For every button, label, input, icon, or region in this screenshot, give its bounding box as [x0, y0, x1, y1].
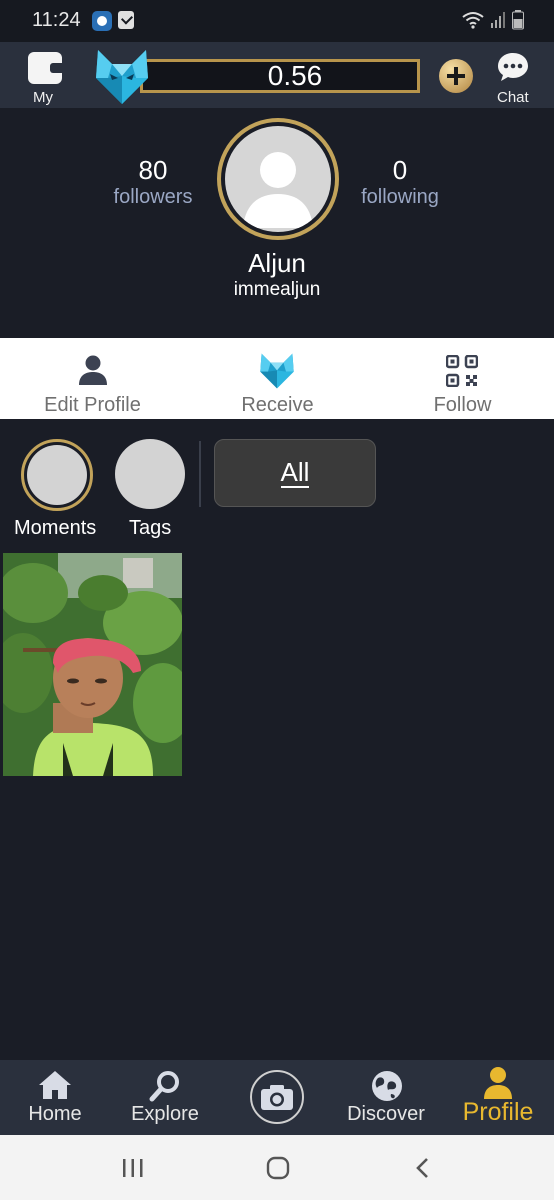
- status-time: 11:24: [32, 9, 81, 31]
- tags-label[interactable]: Tags: [129, 517, 171, 540]
- fox-logo-icon[interactable]: [94, 48, 150, 106]
- home-icon: [39, 1071, 71, 1099]
- camera-icon: [261, 1085, 293, 1110]
- check-notification-icon: [118, 11, 134, 29]
- back-icon[interactable]: [414, 1157, 430, 1179]
- tags-highlight[interactable]: [115, 439, 185, 509]
- nav-home-label: Home: [28, 1103, 82, 1125]
- wallet-label[interactable]: My: [33, 89, 53, 106]
- following-label[interactable]: following: [350, 186, 450, 209]
- search-icon: [149, 1071, 179, 1102]
- follow-label: Follow: [433, 394, 492, 416]
- wallet-icon[interactable]: [28, 52, 62, 84]
- balance-display: 0.56: [140, 59, 420, 93]
- person-icon: [484, 1067, 512, 1099]
- follow-button[interactable]: Follow: [390, 338, 535, 419]
- nav-profile-label: Profile: [462, 1098, 534, 1126]
- receive-button[interactable]: Receive: [205, 338, 350, 419]
- person-icon: [79, 355, 107, 385]
- edit-profile-label: Edit Profile: [44, 394, 141, 416]
- followers-label[interactable]: followers: [103, 186, 203, 209]
- username: immealjun: [233, 279, 321, 300]
- home-button-icon[interactable]: [266, 1156, 290, 1180]
- recent-apps-icon[interactable]: [122, 1158, 144, 1178]
- avatar-placeholder: [225, 126, 331, 232]
- moments-highlight[interactable]: [21, 439, 93, 511]
- app-notification-icon: [92, 11, 112, 31]
- nav-home[interactable]: Home: [15, 1060, 95, 1135]
- qr-code-icon: [446, 355, 478, 387]
- add-balance-button[interactable]: [439, 59, 473, 93]
- followers-count[interactable]: 80: [103, 155, 203, 186]
- camera-button[interactable]: [250, 1070, 304, 1124]
- battery-icon: [512, 10, 524, 30]
- filter-all-label: All: [280, 457, 310, 488]
- nav-discover-label: Discover: [347, 1103, 425, 1125]
- nav-explore-label: Explore: [131, 1103, 199, 1125]
- status-indicators: [462, 10, 524, 30]
- following-count[interactable]: 0: [350, 155, 450, 186]
- avatar[interactable]: [217, 118, 339, 240]
- signal-icon: [491, 12, 505, 28]
- nav-profile[interactable]: Profile: [458, 1060, 538, 1135]
- display-name: Aljun: [248, 248, 306, 278]
- nav-discover[interactable]: Discover: [341, 1060, 431, 1135]
- edit-profile-button[interactable]: Edit Profile: [20, 338, 165, 419]
- status-bar: 11:24: [0, 0, 554, 42]
- divider: [199, 441, 201, 507]
- globe-icon: [372, 1071, 402, 1101]
- receive-label: Receive: [241, 394, 314, 416]
- system-navigation-bar: [0, 1135, 554, 1200]
- nav-explore[interactable]: Explore: [125, 1060, 205, 1135]
- default-avatar-icon: [243, 152, 313, 228]
- selfie-photo: [3, 553, 182, 776]
- profile-actions-bar: Edit Profile Receive Follow: [0, 338, 554, 419]
- moments-label[interactable]: Moments: [14, 517, 96, 540]
- chat-icon[interactable]: [496, 51, 530, 83]
- chat-label[interactable]: Chat: [497, 89, 529, 106]
- filter-all-button[interactable]: All: [214, 439, 376, 507]
- post-thumbnail[interactable]: [3, 553, 182, 776]
- fox-logo-icon: [260, 353, 294, 389]
- wifi-icon: [462, 12, 484, 29]
